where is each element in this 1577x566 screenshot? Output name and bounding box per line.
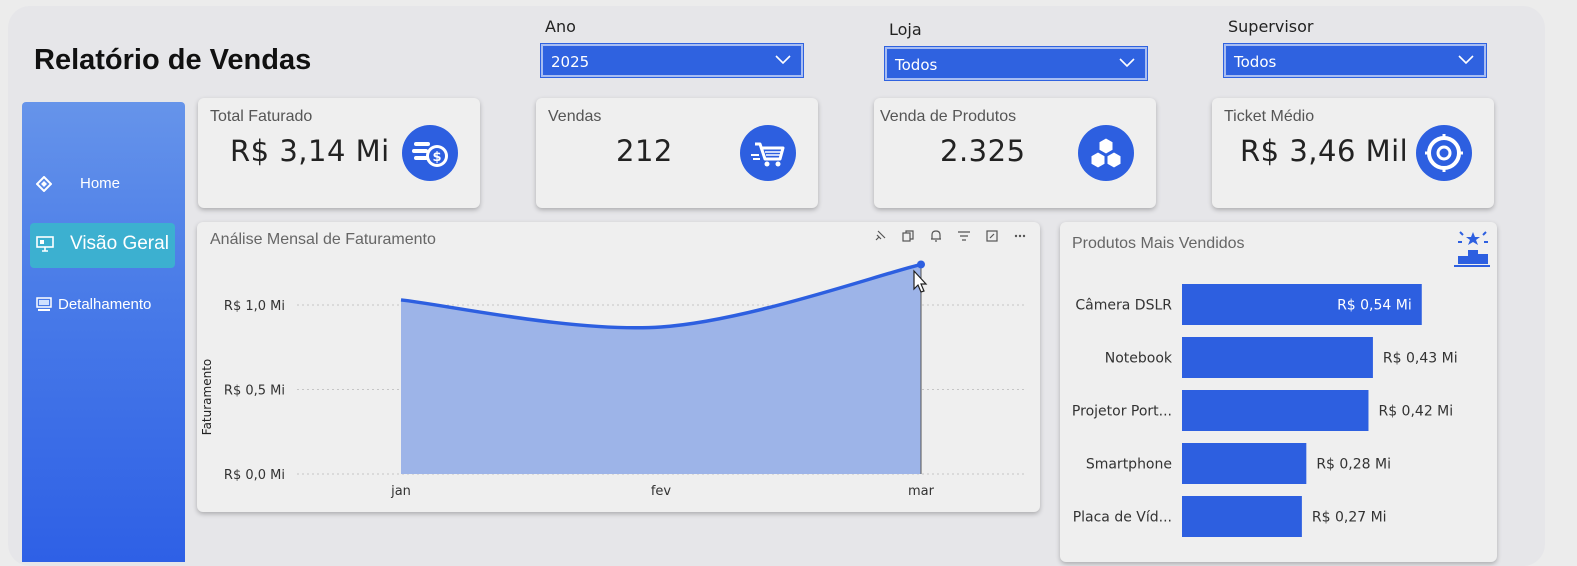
- more-icon[interactable]: [1013, 229, 1027, 243]
- kpi-value: R$ 3,14 Mi: [230, 134, 390, 168]
- sidebar-item-label: Home: [80, 175, 121, 192]
- category-label: Projetor Port...: [1072, 404, 1172, 420]
- kpi-card-vendas: Vendas 212: [536, 98, 818, 208]
- monitor-icon: [36, 236, 54, 252]
- sidebar-item-label: Visão Geral: [70, 233, 169, 254]
- data-label: R$ 0,42 Mi: [1378, 404, 1453, 420]
- y-tick-label: R$ 1,0 Mi: [224, 299, 285, 314]
- sidebar-item-label: Detalhamento: [58, 296, 152, 313]
- kpi-card-ticket-medio: Ticket Médio R$ 3,46 Mil: [1212, 98, 1494, 208]
- slicer-ano[interactable]: 2025: [540, 43, 804, 78]
- bar[interactable]: [1182, 496, 1302, 537]
- page-title: Relatório de Vendas: [34, 44, 312, 76]
- x-tick-label: mar: [908, 484, 935, 499]
- sidebar-item-detalhamento[interactable]: Detalhamento: [36, 296, 151, 313]
- cart-icon: [740, 125, 796, 181]
- kpi-value: R$ 3,46 Mil: [1240, 134, 1409, 168]
- bell-icon[interactable]: [929, 229, 943, 243]
- kpi-card-total-faturado: Total Faturado R$ 3,14 Mi $: [198, 98, 480, 208]
- y-axis-title: Faturamento: [200, 359, 214, 435]
- category-label: Smartphone: [1086, 457, 1172, 473]
- bar[interactable]: [1182, 337, 1373, 378]
- data-label: R$ 0,28 Mi: [1316, 457, 1391, 473]
- y-tick-label: R$ 0,0 Mi: [224, 468, 285, 483]
- area-fill: [401, 264, 921, 474]
- slicer-supervisor-value: Todos: [1234, 53, 1277, 71]
- boxes-icon: [1078, 125, 1134, 181]
- slicer-supervisor[interactable]: Todos: [1223, 43, 1487, 78]
- bar[interactable]: [1182, 390, 1369, 431]
- data-point[interactable]: [917, 260, 925, 269]
- coins-icon: $: [402, 125, 458, 181]
- kpi-label: Total Faturado: [210, 108, 313, 125]
- top-products-bar-chart[interactable]: Câmera DSLR R$ 0,54 Mi Notebook R$ 0,43 Mi P…: [1060, 270, 1497, 542]
- category-label: Notebook: [1105, 351, 1173, 367]
- monthly-area-chart[interactable]: Faturamento R$ 0,0 MiR$ 0,5 MiR$ 1,0 Mi …: [197, 250, 1040, 512]
- home-icon: [36, 175, 52, 192]
- data-label: R$ 0,27 Mi: [1312, 510, 1387, 526]
- bar[interactable]: [1182, 443, 1307, 484]
- svg-text:$: $: [432, 150, 441, 165]
- kpi-value: 212: [616, 134, 673, 168]
- slicer-loja[interactable]: Todos: [884, 46, 1148, 81]
- computer-icon: [36, 297, 52, 311]
- filter-label-ano: Ano: [545, 17, 576, 36]
- data-label: R$ 0,54 Mi: [1337, 298, 1412, 314]
- x-tick-label: jan: [390, 484, 411, 499]
- chevron-down-icon: [775, 55, 791, 65]
- chevron-down-icon: [1119, 58, 1135, 68]
- x-tick-label: fev: [651, 484, 672, 499]
- sidebar-item-home[interactable]: Home: [36, 175, 120, 192]
- y-tick-label: R$ 0,5 Mi: [224, 384, 285, 399]
- copy-icon[interactable]: [901, 229, 915, 243]
- podium-icon: [1454, 231, 1490, 267]
- kpi-label: Ticket Médio: [1224, 108, 1315, 125]
- kpi-label: Venda de Produtos: [880, 108, 1017, 125]
- top-products-title: Produtos Mais Vendidos: [1072, 235, 1245, 252]
- sidebar: [22, 102, 185, 562]
- category-label: Placa de Víd...: [1073, 510, 1172, 526]
- category-label: Câmera DSLR: [1075, 298, 1172, 314]
- target-icon: [1416, 125, 1472, 181]
- chevron-down-icon: [1458, 55, 1474, 65]
- kpi-card-venda-produtos: Venda de Produtos 2.325: [874, 98, 1156, 208]
- slicer-ano-value: 2025: [551, 53, 590, 71]
- pin-icon[interactable]: [873, 229, 887, 243]
- filter-label-supervisor: Supervisor: [1228, 17, 1314, 36]
- filter-label-loja: Loja: [889, 20, 922, 39]
- focus-icon[interactable]: [985, 229, 999, 243]
- kpi-label: Vendas: [548, 108, 602, 125]
- monthly-chart-title: Análise Mensal de Faturamento: [210, 231, 436, 248]
- slicer-loja-value: Todos: [895, 56, 938, 74]
- filter-icon[interactable]: [957, 229, 971, 243]
- data-label: R$ 0,43 Mi: [1383, 351, 1458, 367]
- kpi-value: 2.325: [940, 134, 1026, 168]
- sidebar-item-visao-geral[interactable]: Visão Geral: [36, 233, 169, 255]
